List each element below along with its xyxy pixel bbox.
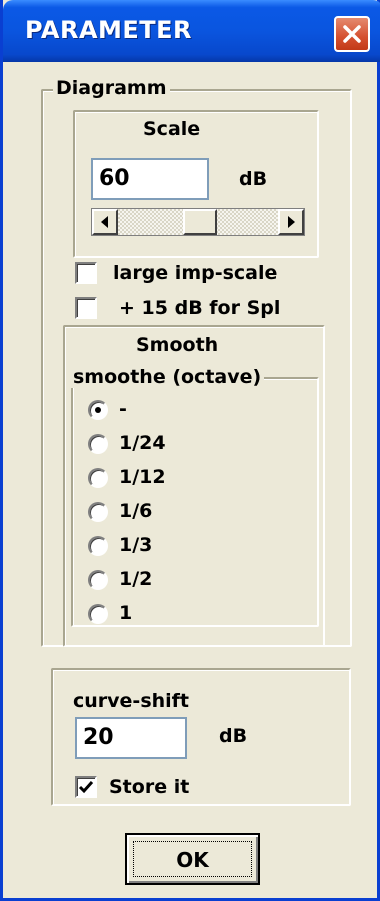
- close-icon: [343, 25, 361, 43]
- title-bar[interactable]: PARAMETER: [3, 0, 380, 62]
- smooth-option-label: 1: [119, 602, 133, 624]
- smooth-option-label: -: [119, 398, 127, 420]
- smooth-option-label: 1/6: [119, 500, 153, 522]
- smooth-option-1-12-radio[interactable]: [88, 468, 108, 488]
- smooth-option-1-6-radio[interactable]: [88, 502, 108, 522]
- scroll-thumb[interactable]: [183, 209, 217, 235]
- smoothe-octave-legend: smoothe (octave): [70, 366, 265, 388]
- parameter-dialog: PARAMETER Diagramm Scale 60 dB large imp…: [0, 0, 380, 901]
- smooth-option-1-24-radio[interactable]: [88, 434, 108, 454]
- scroll-right-button[interactable]: [278, 209, 304, 235]
- spl-boost-checkbox[interactable]: [75, 297, 97, 319]
- large-imp-scale-label: large imp-scale: [113, 262, 278, 284]
- store-it-label: Store it: [109, 776, 190, 798]
- ok-button[interactable]: OK: [125, 833, 260, 885]
- curve-shift-input[interactable]: 20: [75, 717, 187, 759]
- close-button[interactable]: [334, 16, 370, 52]
- large-imp-scale-checkbox[interactable]: [75, 262, 97, 284]
- smooth-option-1-2-radio[interactable]: [88, 570, 108, 590]
- smooth-option-label: 1/24: [119, 432, 166, 454]
- smooth-option-none-radio[interactable]: [88, 400, 108, 420]
- ok-button-label: OK: [176, 848, 209, 872]
- checkmark-icon: [78, 781, 94, 794]
- arrow-right-icon: [288, 216, 295, 228]
- curve-shift-unit-label: dB: [219, 725, 248, 747]
- radio-selected-dot: [95, 407, 101, 413]
- arrow-left-icon: [101, 216, 108, 228]
- smooth-option-1-radio[interactable]: [88, 604, 108, 624]
- smooth-option-label: 1/12: [119, 466, 166, 488]
- smoothe-octave-group: [71, 377, 319, 627]
- scale-unit-label: dB: [239, 168, 268, 190]
- diagramm-legend: Diagramm: [53, 77, 170, 99]
- scale-input[interactable]: 60: [91, 158, 209, 200]
- smooth-option-label: 1/3: [119, 534, 153, 556]
- store-it-checkbox[interactable]: [75, 776, 97, 798]
- smooth-option-label: 1/2: [119, 568, 153, 590]
- curve-shift-label: curve-shift: [73, 690, 190, 712]
- scroll-left-button[interactable]: [92, 209, 118, 235]
- scale-legend: Scale: [143, 118, 201, 140]
- smooth-legend: Smooth: [136, 334, 219, 356]
- smooth-option-1-3-radio[interactable]: [88, 536, 108, 556]
- window-title: PARAMETER: [25, 16, 193, 44]
- spl-boost-label: + 15 dB for Spl: [119, 297, 281, 319]
